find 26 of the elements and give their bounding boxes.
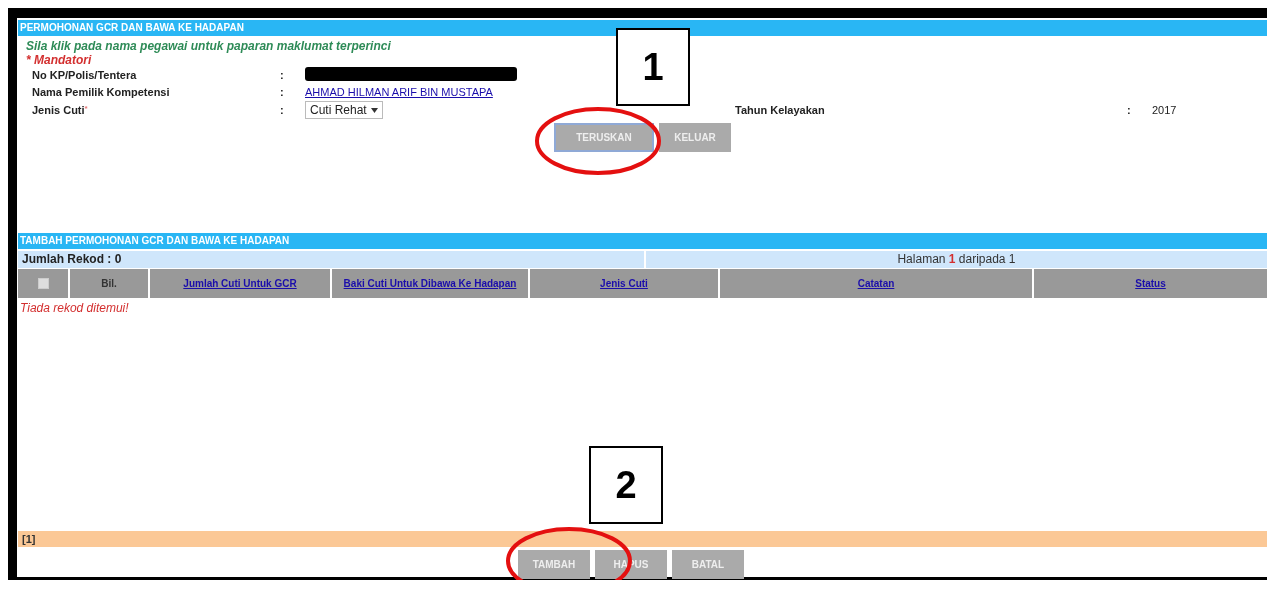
panel-title: PERMOHONAN GCR DAN BAWA KE HADAPAN (18, 20, 1267, 36)
caret-icon (370, 107, 378, 113)
colon-separator: : (1127, 104, 1132, 116)
pager-bar[interactable]: [1] (18, 531, 1267, 547)
column-sort-link[interactable]: Jenis Cuti (600, 278, 648, 289)
year-value: 2017 (1152, 104, 1178, 116)
step-number-callout: 2 (589, 446, 663, 524)
colon-separator: : (280, 104, 285, 116)
empty-message: Tiada rekod ditemui! (19, 300, 130, 315)
column-sort-link[interactable]: Status (1135, 278, 1166, 289)
name-link[interactable]: AHMAD HILMAN ARIF BIN MUSTAPA (305, 86, 493, 98)
field-label: No KP/Polis/Tentera (32, 69, 138, 81)
step-number-callout: 1 (616, 28, 690, 106)
field-label: Nama Pemilik Kompetensi (32, 86, 171, 98)
select-all-checkbox[interactable] (37, 278, 49, 290)
field-label: Jenis Cuti* (32, 104, 89, 116)
instruction-text: Sila klik pada nama pegawai untuk paparan maklumat terperinci (26, 39, 391, 53)
panel-title: TAMBAH PERMOHONAN GCR DAN BAWA KE HADAPAN (18, 233, 1267, 249)
leave-type-dropdown[interactable]: Cuti Rehat (305, 101, 383, 119)
field-label: Tahun Kelayakan (735, 104, 826, 116)
column-header: Bil. (101, 278, 117, 289)
colon-separator: : (280, 86, 285, 98)
colon-separator: : (280, 69, 285, 81)
record-count: Jumlah Rekod : 0 (21, 251, 123, 268)
column-sort-link[interactable]: Catatan (857, 278, 895, 289)
mandatory-note: * Mandatori (26, 53, 92, 67)
